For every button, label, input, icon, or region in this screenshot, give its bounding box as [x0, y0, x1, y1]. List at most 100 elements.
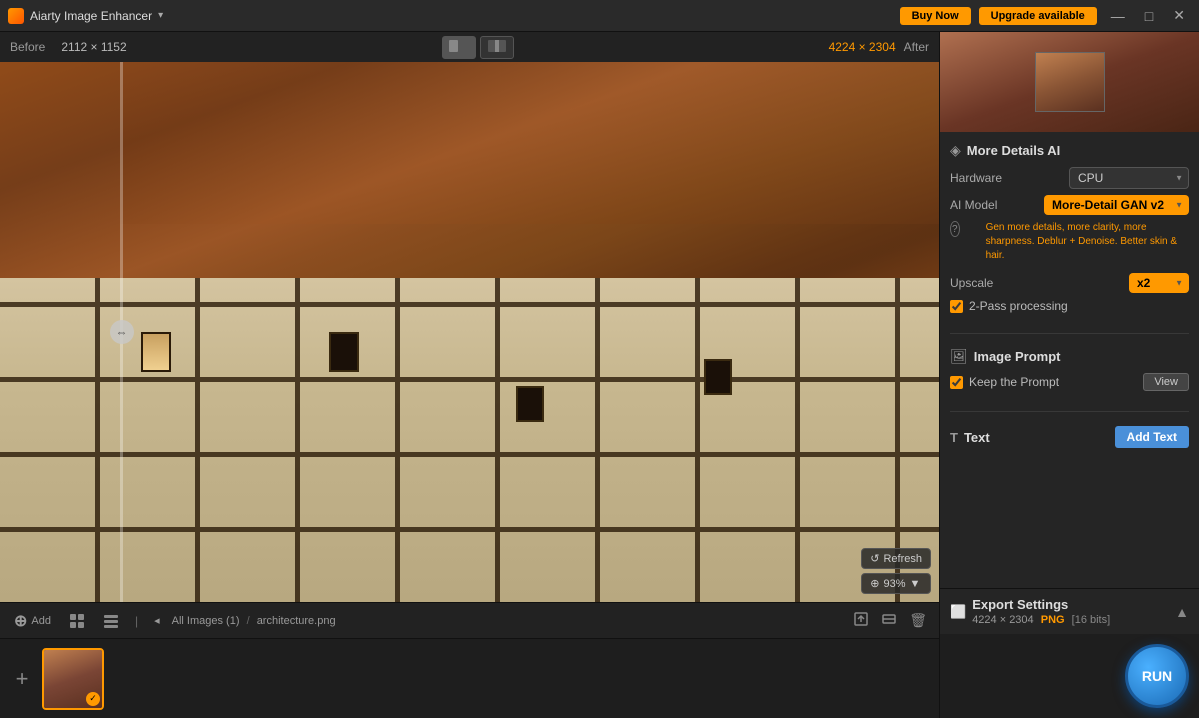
timber-overlay	[0, 278, 939, 602]
restore-button[interactable]: □	[1139, 6, 1159, 26]
separator-1: |	[131, 614, 142, 628]
breadcrumb-path: All Images (1)	[172, 615, 240, 627]
breadcrumb-sep: /	[247, 615, 250, 627]
after-label: After	[904, 40, 929, 54]
thumbnail-strip: + ✓	[0, 638, 939, 718]
ai-model-select-wrapper: More-Detail GAN v2 More-Detail GAN v1 St…	[1044, 195, 1189, 215]
export-bits: [16 bits]	[1072, 614, 1111, 626]
details-ai-icon: ◈	[950, 142, 961, 159]
help-icon[interactable]: ?	[950, 221, 960, 237]
window-4	[704, 359, 732, 395]
text-section-header-row: T Text Add Text	[950, 426, 1189, 448]
text-title-group: T Text	[950, 430, 990, 445]
close-button[interactable]: ✕	[1167, 5, 1191, 26]
grid-view-button[interactable]	[63, 611, 91, 631]
two-pass-checkbox[interactable]	[950, 300, 963, 313]
titlebar: Aiarty Image Enhancer ▾ Buy Now Upgrade …	[0, 0, 1199, 32]
canvas-topbar: Before 2112 × 1152 4224	[0, 32, 939, 62]
export-title: Export Settings	[972, 597, 1110, 612]
image-viewer[interactable]: ⇔ ↺ Refresh ⊕ 93% ▼	[0, 62, 939, 602]
export-details: 4224 × 2304 PNG [16 bits]	[972, 614, 1110, 626]
thumbnail-item[interactable]: ✓	[42, 648, 104, 710]
nav-prev-button[interactable]: ◂	[148, 612, 166, 629]
split-view-button[interactable]	[442, 36, 476, 59]
two-pass-label: 2-Pass processing	[969, 299, 1068, 313]
delete-button[interactable]: 🗑	[905, 610, 931, 631]
minimize-button[interactable]: —	[1105, 6, 1131, 26]
upgrade-button[interactable]: Upgrade available	[979, 7, 1097, 25]
export-title-row: ⬜ Export Settings 4224 × 2304 PNG [16 bi…	[950, 597, 1110, 626]
add-button[interactable]: ⊕ Add	[8, 609, 57, 633]
titlebar-left: Aiarty Image Enhancer ▾	[8, 8, 163, 24]
divider-handle-icon[interactable]: ⇔	[110, 320, 134, 344]
right-panel: ◈ More Details AI Hardware CPU GPU AI	[939, 32, 1199, 718]
upscale-select-wrapper: x2 x3 x4	[1129, 273, 1189, 293]
export-info: Export Settings 4224 × 2304 PNG [16 bits…	[972, 597, 1110, 626]
app-title: Aiarty Image Enhancer	[30, 9, 152, 23]
breadcrumb-area: All Images (1) / architecture.png	[172, 615, 844, 627]
panel-divider-2	[950, 411, 1189, 412]
upscale-label: Upscale	[950, 276, 993, 290]
zoom-fit-button[interactable]	[877, 609, 901, 632]
run-button[interactable]: RUN	[1125, 644, 1189, 708]
panel-content: ◈ More Details AI Hardware CPU GPU AI	[940, 132, 1199, 588]
zoom-dropdown-icon: ▼	[910, 578, 921, 590]
add-text-button[interactable]: Add Text	[1115, 426, 1189, 448]
section-header: ◈ More Details AI	[950, 142, 1189, 159]
canvas-area: Before 2112 × 1152 4224	[0, 32, 939, 718]
run-area: RUN	[940, 634, 1199, 718]
preview-thumbnail	[940, 32, 1199, 132]
canvas-bottombar: ⊕ Add | ◂ All Ima	[0, 602, 939, 638]
export-icon: ⬜	[950, 604, 966, 620]
add-thumbnail-button[interactable]: +	[8, 665, 36, 693]
before-dimensions: 2112 × 1152	[61, 40, 126, 54]
titlebar-dropdown-icon[interactable]: ▾	[158, 10, 163, 21]
export-header: ⬜ Export Settings 4224 × 2304 PNG [16 bi…	[950, 597, 1189, 626]
thumbnail-check-icon: ✓	[86, 692, 100, 706]
buy-now-button[interactable]: Buy Now	[900, 7, 971, 25]
more-details-section: ◈ More Details AI Hardware CPU GPU AI	[950, 142, 1189, 319]
export-format: PNG	[1041, 614, 1065, 626]
bottom-right-buttons: 🗑	[849, 609, 931, 632]
window-1	[141, 332, 171, 372]
window-2	[329, 332, 359, 372]
after-dimensions: 4224 × 2304	[829, 40, 896, 54]
text-section-title: Text	[964, 430, 990, 445]
panel-divider-1	[950, 333, 1189, 334]
image-prompt-section: 🖼 Image Prompt Keep the Prompt View	[950, 348, 1189, 397]
export-dims: 4224 × 2304	[972, 614, 1033, 626]
fit-view-button[interactable]	[849, 609, 873, 632]
preview-image	[1035, 52, 1105, 112]
hardware-label: Hardware	[950, 171, 1002, 185]
keep-prompt-checkbox[interactable]	[950, 376, 963, 389]
hardware-row: Hardware CPU GPU	[950, 167, 1189, 189]
before-label: Before	[10, 40, 45, 54]
zoom-icon: ⊕	[870, 577, 879, 590]
breadcrumb-file: architecture.png	[257, 615, 336, 627]
text-icon: T	[950, 430, 958, 445]
zoom-button[interactable]: ⊕ 93% ▼	[861, 573, 931, 594]
prompt-section-header: 🖼 Image Prompt	[950, 348, 1189, 365]
list-view-button[interactable]	[97, 611, 125, 631]
hardware-select[interactable]: CPU GPU	[1069, 167, 1189, 189]
toggle-view-button[interactable]	[480, 36, 514, 59]
ai-model-select[interactable]: More-Detail GAN v2 More-Detail GAN v1 St…	[1044, 195, 1189, 215]
upscale-row: Upscale x2 x3 x4	[950, 273, 1189, 293]
collapse-export-button[interactable]: ▲	[1175, 604, 1189, 620]
image-prompt-icon: 🖼	[950, 348, 968, 365]
upscale-select[interactable]: x2 x3 x4	[1129, 273, 1189, 293]
add-icon: ⊕	[14, 611, 27, 631]
image-prompt-title: Image Prompt	[974, 349, 1061, 364]
export-section: ⬜ Export Settings 4224 × 2304 PNG [16 bi…	[940, 588, 1199, 634]
refresh-button[interactable]: ↺ Refresh	[861, 548, 931, 569]
ai-description-row: ? Gen more details, more clarity, more s…	[950, 221, 1189, 267]
compare-divider[interactable]: ⇔	[120, 62, 123, 602]
ai-description: Gen more details, more clarity, more sha…	[966, 221, 1189, 263]
refresh-icon: ↺	[870, 552, 879, 565]
image-content	[0, 62, 939, 602]
view-toggle	[442, 36, 514, 59]
view-prompt-button[interactable]: View	[1143, 373, 1189, 391]
image-controls: ↺ Refresh ⊕ 93% ▼	[861, 548, 931, 594]
main-layout: Before 2112 × 1152 4224	[0, 32, 1199, 718]
hardware-select-wrapper: CPU GPU	[1069, 167, 1189, 189]
